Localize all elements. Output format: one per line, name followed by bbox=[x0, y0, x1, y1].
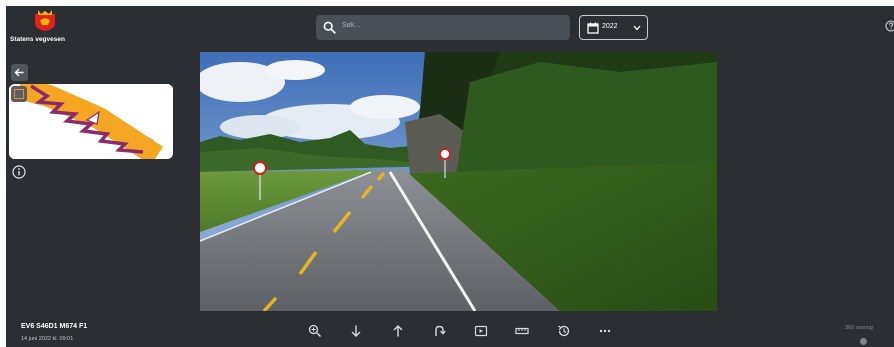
arrow-left-icon bbox=[14, 68, 24, 77]
road-photo[interactable] bbox=[200, 52, 717, 311]
calendar-icon bbox=[587, 22, 599, 34]
arrow-up-icon[interactable] bbox=[391, 324, 405, 338]
year-select[interactable]: 2022 bbox=[579, 15, 648, 40]
layers-button[interactable] bbox=[11, 86, 27, 102]
measure-icon[interactable] bbox=[515, 324, 529, 338]
arrow-down-icon[interactable] bbox=[349, 324, 363, 338]
mini-map[interactable] bbox=[9, 84, 173, 159]
road-photo-graphic bbox=[200, 52, 717, 311]
search-input[interactable]: Søk... bbox=[316, 15, 570, 40]
search-icon bbox=[323, 21, 336, 34]
view-360-toggle[interactable] bbox=[860, 338, 867, 345]
road-map-graphic bbox=[9, 84, 173, 159]
top-bar: Statens vegvesen Søk... 2022 bbox=[6, 6, 894, 52]
zoom-in-icon[interactable] bbox=[308, 324, 322, 338]
turn-around-icon[interactable] bbox=[432, 324, 446, 338]
back-button[interactable] bbox=[11, 64, 28, 81]
info-icon[interactable] bbox=[12, 165, 26, 179]
year-value: 2022 bbox=[602, 23, 618, 30]
brand-name: Statens vegvesen bbox=[10, 36, 65, 43]
search-placeholder: Søk... bbox=[342, 22, 361, 29]
road-reference: EV6 S46D1 M674 F1 bbox=[21, 323, 88, 330]
more-icon[interactable] bbox=[598, 324, 612, 338]
app-window: Statens vegvesen Søk... 2022 EV6 S46D1 M… bbox=[6, 6, 894, 347]
history-icon[interactable] bbox=[557, 324, 571, 338]
play-icon[interactable] bbox=[474, 324, 488, 338]
bottom-bar: EV6 S46D1 M674 F1 14 juni 2022 kl. 09:01 bbox=[6, 311, 894, 347]
layers-icon bbox=[14, 89, 24, 99]
statens-vegvesen-logo[interactable]: Statens vegvesen bbox=[10, 10, 80, 48]
view-360-label: 360 visning bbox=[845, 325, 873, 331]
help-icon[interactable] bbox=[885, 20, 894, 32]
capture-date: 14 juni 2022 kl. 09:01 bbox=[21, 336, 74, 342]
chevron-down-icon bbox=[633, 25, 641, 31]
crest-icon bbox=[35, 10, 55, 31]
